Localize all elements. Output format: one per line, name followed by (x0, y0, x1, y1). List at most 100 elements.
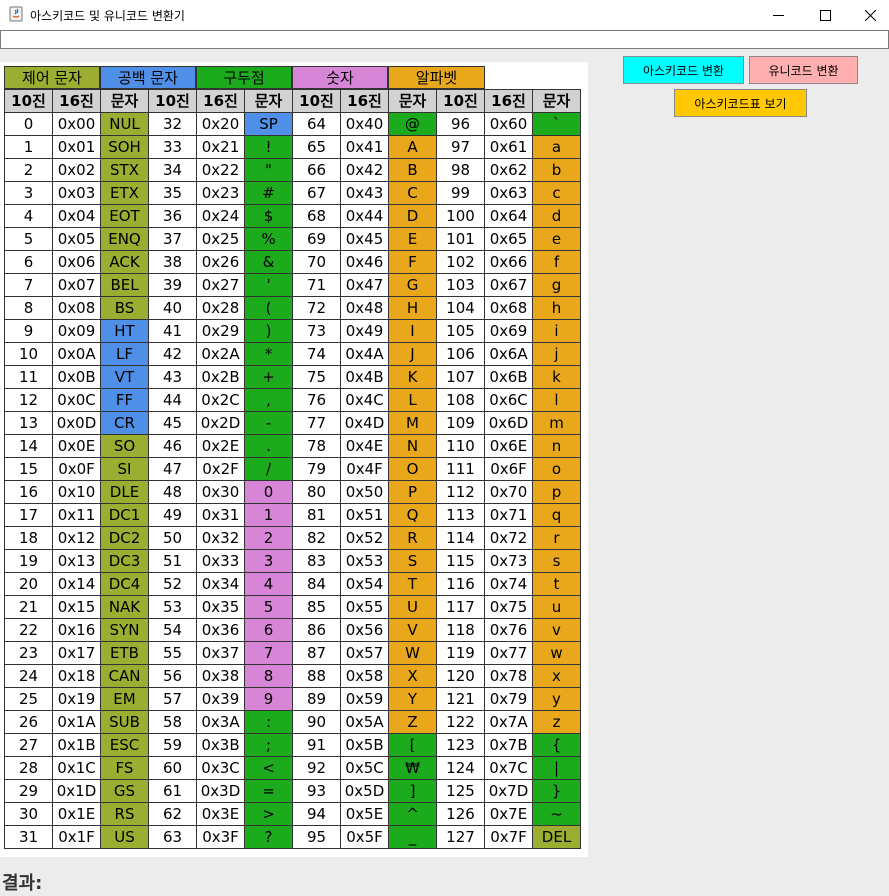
char-cell: % (244, 227, 293, 251)
decimal-cell: 66 (292, 158, 341, 182)
decimal-cell: 17 (4, 503, 53, 527)
hex-cell: 0x0C (52, 388, 101, 412)
minimize-button[interactable] (755, 0, 801, 30)
decimal-cell: 25 (4, 687, 53, 711)
decimal-cell: 55 (148, 641, 197, 665)
hex-cell: 0x47 (340, 273, 389, 297)
char-cell: k (532, 365, 581, 389)
char-cell: SO (100, 434, 149, 458)
char-cell: . (244, 434, 293, 458)
hex-cell: 0x13 (52, 549, 101, 573)
char-cell: ^ (388, 802, 437, 826)
hex-cell: 0x4E (340, 434, 389, 458)
input-field[interactable] (0, 30, 889, 49)
char-cell: ETB (100, 641, 149, 665)
decimal-cell: 48 (148, 480, 197, 504)
decimal-cell: 37 (148, 227, 197, 251)
decimal-cell: 87 (292, 641, 341, 665)
table-row: 25 0x19 EM 57 0x39 9 89 0x59 Y 121 0x79 y (4, 687, 581, 711)
decimal-cell: 115 (436, 549, 485, 573)
char-cell: Y (388, 687, 437, 711)
maximize-button[interactable] (802, 0, 848, 30)
char-cell: t (532, 572, 581, 596)
hex-cell: 0x62 (484, 158, 533, 182)
hex-cell: 0x38 (196, 664, 245, 688)
hex-cell: 0x0D (52, 411, 101, 435)
decimal-cell: 8 (4, 296, 53, 320)
category-legend: 제어 문자 공백 문자 구두점 숫자 알파벳 (4, 66, 485, 89)
char-cell: X (388, 664, 437, 688)
char-cell: BS (100, 296, 149, 320)
char-cell: d (532, 204, 581, 228)
char-cell: ESC (100, 733, 149, 757)
table-header-cell: 10진 (148, 89, 197, 113)
char-cell: w (532, 641, 581, 665)
hex-cell: 0x2F (196, 457, 245, 481)
hex-cell: 0x14 (52, 572, 101, 596)
char-cell: z (532, 710, 581, 734)
hex-cell: 0x02 (52, 158, 101, 182)
decimal-cell: 51 (148, 549, 197, 573)
decimal-cell: 72 (292, 296, 341, 320)
hex-cell: 0x01 (52, 135, 101, 159)
decimal-cell: 120 (436, 664, 485, 688)
char-cell: DEL (532, 825, 581, 849)
char-cell: EOT (100, 204, 149, 228)
char-cell: NUL (100, 112, 149, 136)
decimal-cell: 99 (436, 181, 485, 205)
table-row: 19 0x13 DC3 51 0x33 3 83 0x53 S 115 0x73 s (4, 549, 581, 573)
show-ascii-table-button[interactable]: 아스키코드표 보기 (674, 89, 807, 117)
hex-cell: 0x1A (52, 710, 101, 734)
char-cell: @ (388, 112, 437, 136)
table-row: 9 0x09 HT 41 0x29) 73 0x49 I 105 0x69 i (4, 319, 581, 343)
char-cell: [ (388, 733, 437, 757)
char-cell: SI (100, 457, 149, 481)
decimal-cell: 60 (148, 756, 197, 780)
decimal-cell: 68 (292, 204, 341, 228)
decimal-cell: 52 (148, 572, 197, 596)
char-cell: o (532, 457, 581, 481)
maximize-icon (819, 9, 831, 21)
decimal-cell: 43 (148, 365, 197, 389)
hex-cell: 0x54 (340, 572, 389, 596)
table-row: 21 0x15 NAK 53 0x35 5 85 0x55 U 117 0x75 u (4, 595, 581, 619)
decimal-cell: 71 (292, 273, 341, 297)
ascii-convert-button[interactable]: 아스키코드 변환 (623, 56, 744, 84)
hex-cell: 0x5B (340, 733, 389, 757)
hex-cell: 0x3A (196, 710, 245, 734)
hex-cell: 0x69 (484, 319, 533, 343)
decimal-cell: 49 (148, 503, 197, 527)
table-header-cell: 문자 (388, 89, 437, 113)
char-cell: b (532, 158, 581, 182)
decimal-cell: 20 (4, 572, 53, 596)
char-cell: E (388, 227, 437, 251)
decimal-cell: 83 (292, 549, 341, 573)
decimal-cell: 107 (436, 365, 485, 389)
decimal-cell: 95 (292, 825, 341, 849)
char-cell: FS (100, 756, 149, 780)
table-header-cell: 16진 (52, 89, 101, 113)
decimal-cell: 61 (148, 779, 197, 803)
decimal-cell: 77 (292, 411, 341, 435)
hex-cell: 0x79 (484, 687, 533, 711)
hex-cell: 0x7F (484, 825, 533, 849)
decimal-cell: 24 (4, 664, 53, 688)
char-cell: 2 (244, 526, 293, 550)
hex-cell: 0x2B (196, 365, 245, 389)
decimal-cell: 108 (436, 388, 485, 412)
decimal-cell: 32 (148, 112, 197, 136)
decimal-cell: 124 (436, 756, 485, 780)
table-row: 13 0x0D CR 45 0x2D -77 0x4D M 109 0x6D m (4, 411, 581, 435)
decimal-cell: 7 (4, 273, 53, 297)
char-cell: W (388, 641, 437, 665)
hex-cell: 0x49 (340, 319, 389, 343)
char-cell: ' (244, 273, 293, 297)
table-header-cell: 16진 (484, 89, 533, 113)
hex-cell: 0x3D (196, 779, 245, 803)
close-button[interactable] (847, 0, 889, 30)
table-row: 8 0x08 BS 40 0x28(72 0x48 H 104 0x68 h (4, 296, 581, 320)
hex-cell: 0x6E (484, 434, 533, 458)
unicode-convert-button[interactable]: 유니코드 변환 (749, 56, 858, 84)
decimal-cell: 78 (292, 434, 341, 458)
hex-cell: 0x21 (196, 135, 245, 159)
